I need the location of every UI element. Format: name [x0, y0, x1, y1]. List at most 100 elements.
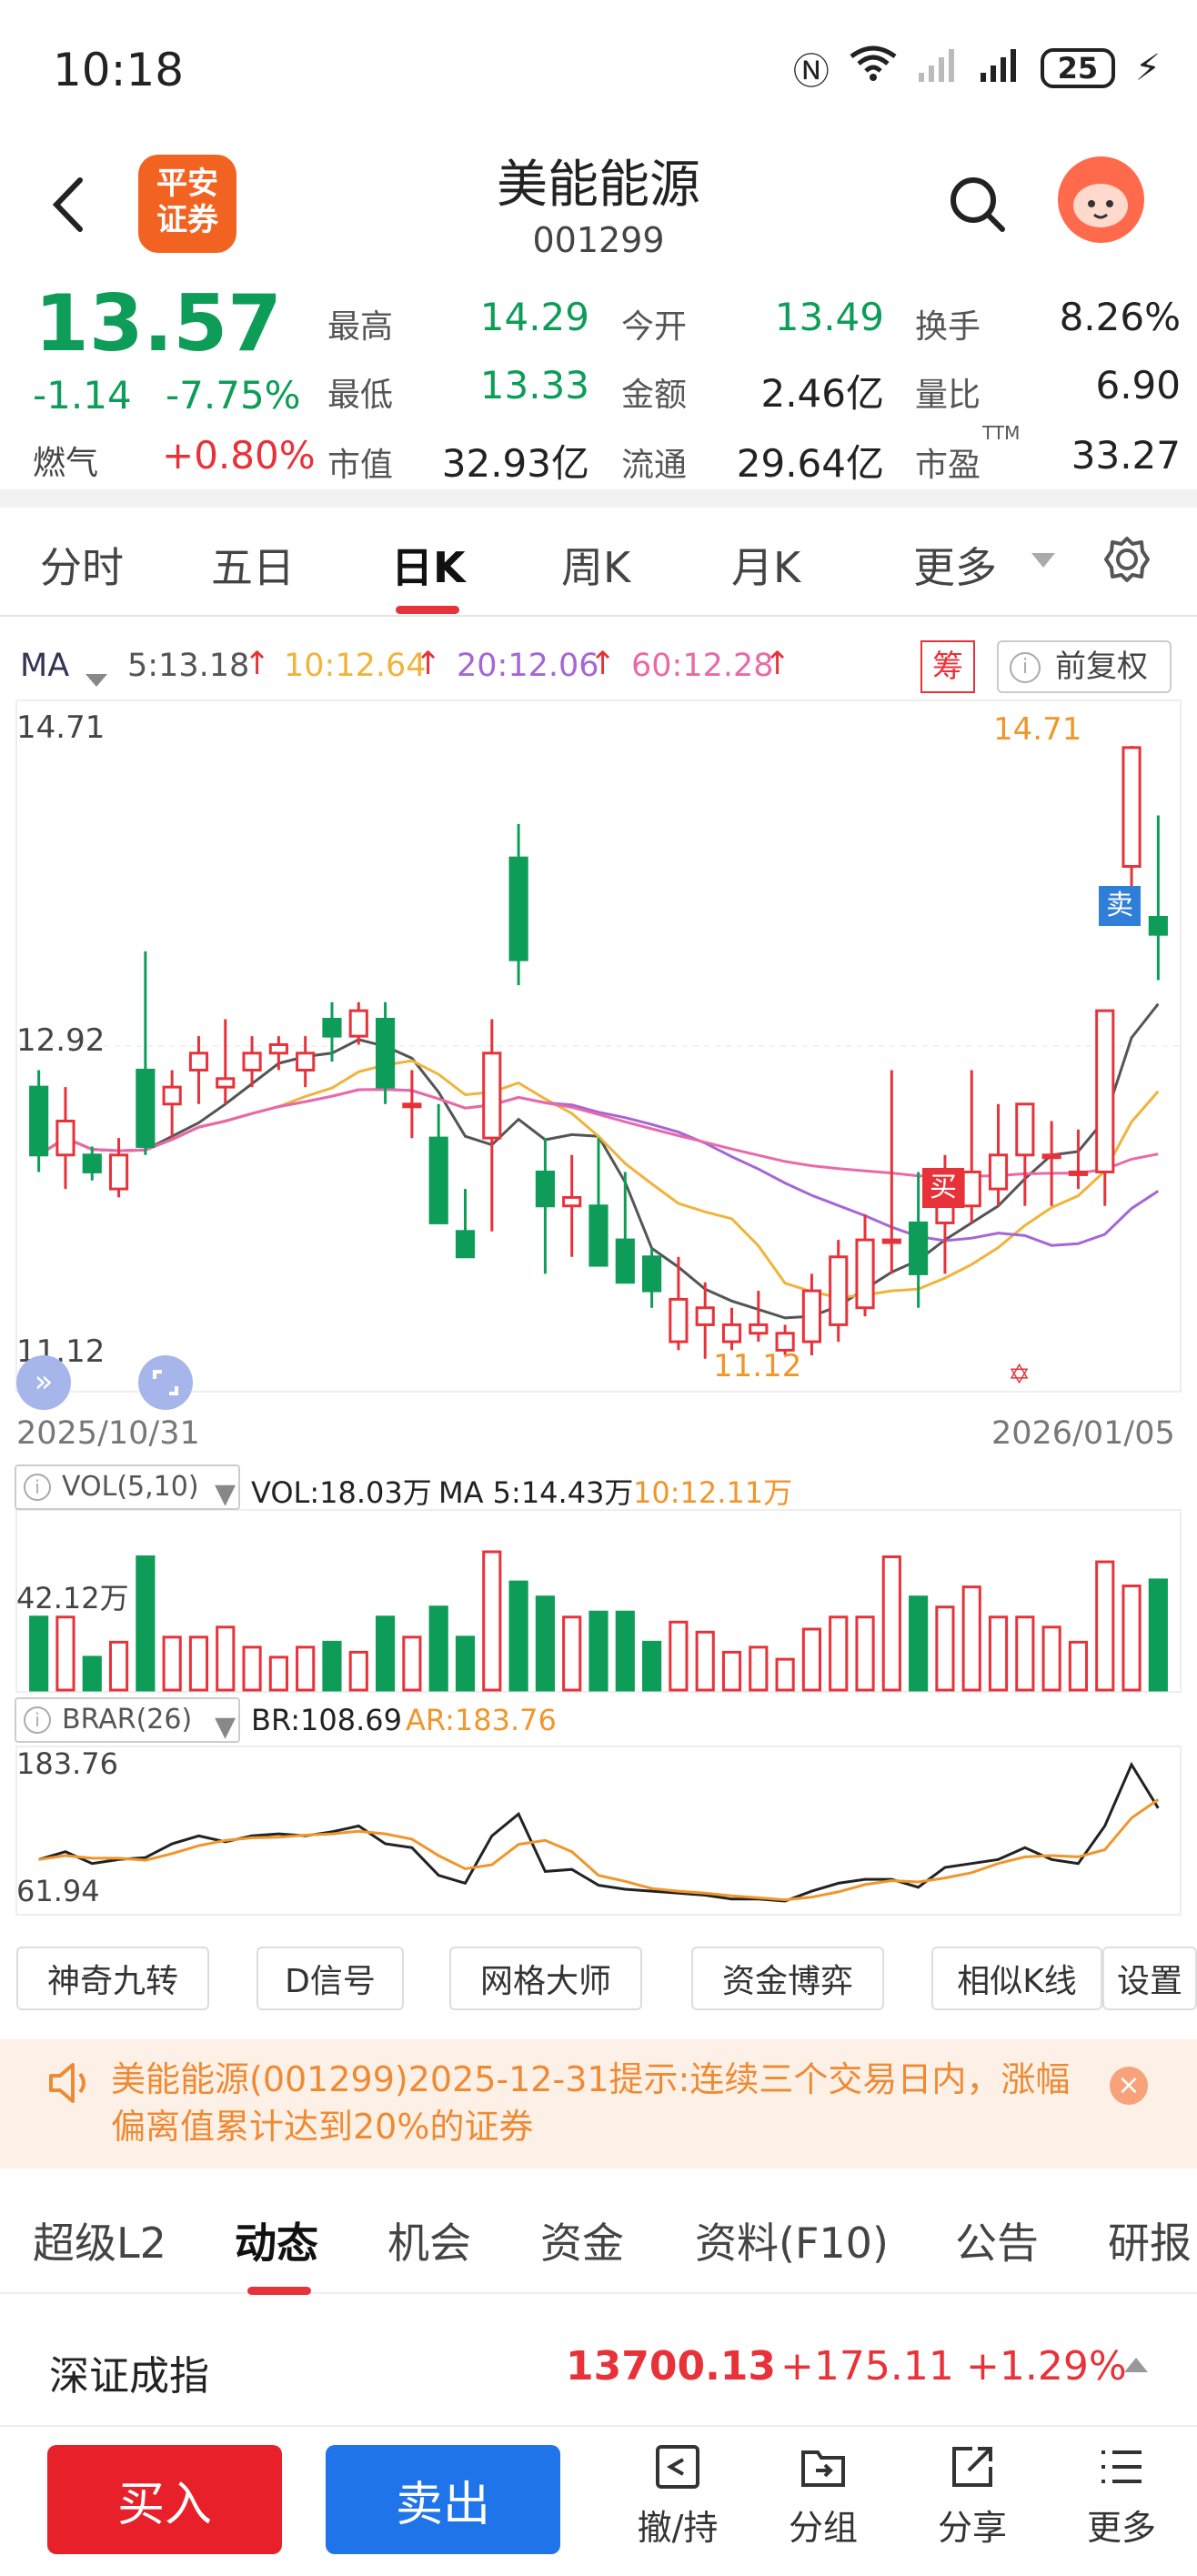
signal-icon: [979, 45, 1021, 91]
float-label: 流通: [621, 447, 688, 484]
candle-body: [961, 1170, 981, 1208]
vol-indicator-selector[interactable]: i VOL(5,10) ▼: [15, 1464, 240, 1510]
nav-cancel-hold[interactable]: 撤/持: [619, 2441, 737, 2550]
nav-more-label: 更多: [1086, 2508, 1156, 2548]
volume-bar: [535, 1595, 555, 1692]
sector-change[interactable]: +0.80%: [162, 433, 316, 478]
candle-body: [82, 1153, 102, 1173]
tool-magic-nine[interactable]: 神奇九转: [16, 1947, 209, 2010]
tab-intraday[interactable]: 分时: [40, 535, 124, 595]
tool-grid-master[interactable]: 网格大师: [449, 1947, 642, 2010]
volume-bar: [775, 1657, 795, 1692]
tab-daily-k[interactable]: 日K: [391, 535, 466, 595]
tool-d-signal[interactable]: D信号: [256, 1947, 404, 2010]
assistant-avatar[interactable]: [1058, 156, 1144, 243]
tab-more[interactable]: 更多: [913, 535, 997, 595]
candle-body: [1148, 915, 1168, 936]
kline-chart-area[interactable]: 14.71 12.92 11.12 14.71 11.12 卖 买 » ✡ 20…: [0, 691, 1197, 1919]
index-ticker[interactable]: 深证成指 13700.13 +175.11 +1.29%: [0, 2310, 1197, 2427]
adjust-button[interactable]: i 前复权: [997, 640, 1172, 693]
volume-bar: [242, 1645, 262, 1692]
tab-five-day[interactable]: 五日: [211, 535, 295, 595]
chip-distribution-button[interactable]: 筹: [920, 640, 975, 693]
tab-funds[interactable]: 资金: [540, 2210, 624, 2270]
tool-similar-kline[interactable]: 相似K线: [931, 1947, 1102, 2010]
low-value: 13.33: [479, 363, 589, 408]
min-price-marker: 11.12: [713, 1348, 802, 1384]
candle-body: [108, 1153, 129, 1191]
price-axis-high: 14.71: [16, 709, 106, 746]
open-value: 13.49: [774, 295, 884, 339]
vol-value: VOL:18.03万: [251, 1475, 432, 1510]
candle-body: [322, 1017, 342, 1038]
volume-bar: [188, 1635, 209, 1692]
vol-ratio-value: 6.90: [1095, 363, 1181, 408]
candle-body: [642, 1255, 662, 1293]
close-icon[interactable]: ×: [1110, 2067, 1148, 2105]
sector-name[interactable]: 燃气: [33, 437, 98, 484]
ma10-arrow-icon: ↑: [415, 646, 442, 682]
volume-bar: [375, 1615, 396, 1692]
quote-panel: 13.57 -1.14 -7.75% 燃气 +0.80% 最高 14.29 最低…: [0, 273, 1197, 491]
ma10-value: 10:12.64: [284, 648, 427, 684]
nav-more[interactable]: 更多: [1062, 2441, 1181, 2550]
tab-opportunity[interactable]: 机会: [387, 2210, 471, 2270]
price-axis-mid: 12.92: [16, 1022, 106, 1059]
menu-icon: [1101, 2450, 1142, 2483]
nav-group[interactable]: 分组: [764, 2441, 882, 2550]
dropdown-icon[interactable]: [1031, 553, 1055, 571]
vol-info-icon: i: [24, 1474, 51, 1501]
active-tab-indicator: [396, 606, 459, 614]
tab-super-l2[interactable]: 超级L2: [33, 2210, 166, 2270]
tab-research[interactable]: 研报: [1108, 2210, 1192, 2270]
volume-bar: [268, 1655, 288, 1692]
ma-dropdown-icon[interactable]: [86, 659, 107, 695]
volume-bar: [322, 1640, 342, 1692]
ma-label[interactable]: MA: [20, 648, 69, 684]
volume-bar: [749, 1645, 769, 1692]
max-price-marker: 14.71: [993, 711, 1082, 748]
active-info-tab-indicator: [247, 2287, 311, 2295]
fullscreen-icon[interactable]: [138, 1355, 193, 1410]
status-time: 10:18: [53, 44, 185, 96]
pe-ttm-label: TTM: [982, 422, 1021, 444]
pe-value: 33.27: [1071, 433, 1181, 478]
tool-fund-game[interactable]: 资金博弈: [691, 1947, 884, 2010]
tab-announcement[interactable]: 公告: [955, 2210, 1039, 2270]
vol-dropdown-icon: ▼: [215, 1478, 236, 1510]
expand-up-icon[interactable]: [1124, 2358, 1148, 2376]
volume-bar: [695, 1630, 715, 1692]
sell-button[interactable]: 卖出: [326, 2445, 560, 2554]
speaker-icon: [45, 2059, 93, 2107]
volume-bar: [961, 1585, 981, 1692]
candle-body: [829, 1255, 849, 1326]
buy-button[interactable]: 买入: [47, 2445, 282, 2554]
tab-news[interactable]: 动态: [235, 2210, 318, 2270]
candle-body: [1015, 1102, 1035, 1157]
ma60-value: 60:12.28: [631, 648, 774, 684]
brar-indicator-selector[interactable]: i BRAR(26) ▼: [15, 1697, 240, 1743]
search-icon[interactable]: [946, 173, 1010, 236]
volume-bar: [162, 1635, 182, 1692]
tool-settings[interactable]: 设置: [1102, 1947, 1197, 2010]
brar-indicator-label: BRAR(26): [62, 1704, 193, 1736]
candle-body: [988, 1153, 1009, 1191]
candle-body: [695, 1306, 715, 1326]
expand-left-icon[interactable]: »: [16, 1355, 71, 1410]
brar-info-icon: i: [24, 1706, 51, 1734]
tab-weekly-k[interactable]: 周K: [561, 535, 630, 595]
notice-banner[interactable]: 美能能源(001299)2025-12-31提示:连续三个交易日内，涨幅偏离值累…: [0, 2039, 1197, 2168]
candle-body: [1122, 746, 1142, 869]
volume-bar: [136, 1555, 156, 1692]
vol-ma10: 10:12.11万: [633, 1475, 793, 1510]
star-event-icon[interactable]: ✡: [1008, 1359, 1031, 1391]
vol-indicator-label: VOL(5,10): [62, 1471, 199, 1503]
tab-f10[interactable]: 资料(F10): [695, 2210, 889, 2270]
candle-body: [375, 1017, 396, 1089]
volume-bars: [29, 1550, 1168, 1692]
nav-share[interactable]: 分享: [913, 2441, 1031, 2550]
tab-monthly-k[interactable]: 月K: [731, 535, 800, 595]
volume-bar: [1095, 1560, 1115, 1692]
price-change-pct: -7.75%: [166, 373, 301, 418]
settings-icon[interactable]: [1102, 535, 1152, 588]
